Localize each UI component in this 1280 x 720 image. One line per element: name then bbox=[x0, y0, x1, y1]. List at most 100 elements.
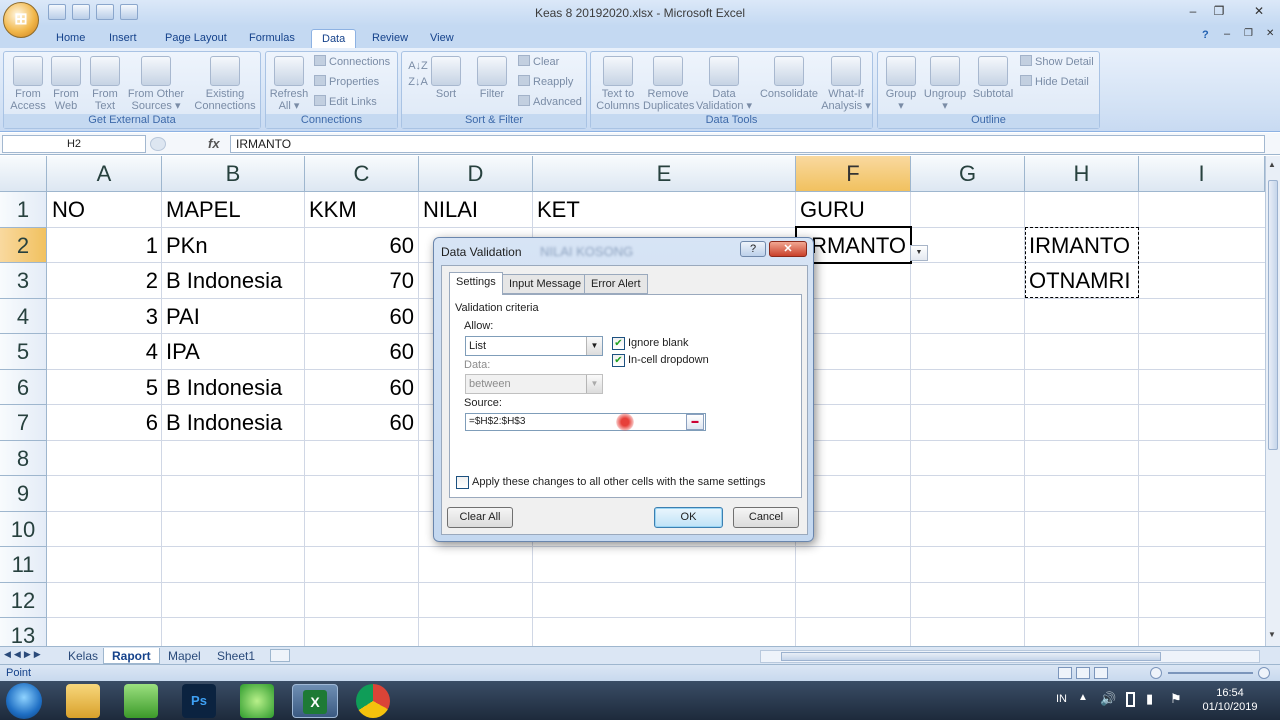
close-button[interactable]: ✕ bbox=[1240, 2, 1278, 20]
formula-input[interactable]: IRMANTO bbox=[230, 135, 1265, 153]
tab-page-layout[interactable]: Page Layout bbox=[155, 29, 237, 48]
cell-a1[interactable]: NO bbox=[52, 192, 157, 227]
ok-button[interactable]: OK bbox=[654, 507, 723, 528]
column-header[interactable]: C bbox=[305, 156, 419, 192]
ignore-blank-checkbox[interactable]: ✔ bbox=[612, 337, 625, 350]
properties-button[interactable]: Properties bbox=[314, 73, 379, 91]
sheet-nav-icon[interactable]: ◀◀▶▶ bbox=[4, 649, 44, 660]
apply-all-checkbox[interactable] bbox=[456, 476, 469, 489]
scroll-thumb[interactable] bbox=[1268, 180, 1278, 450]
column-header[interactable]: I bbox=[1139, 156, 1265, 192]
tab-home[interactable]: Home bbox=[46, 29, 95, 48]
tab-review[interactable]: Review bbox=[362, 29, 418, 48]
cell-a7[interactable]: 6 bbox=[50, 405, 158, 440]
network-icon[interactable]: ▮ bbox=[1146, 691, 1153, 707]
what-if-analysis-button[interactable]: What-If Analysis ▾ bbox=[821, 56, 871, 112]
consolidate-button[interactable]: Consolidate bbox=[757, 56, 821, 100]
redo-icon[interactable] bbox=[96, 4, 114, 20]
explorer-icon[interactable] bbox=[66, 684, 100, 718]
excel-taskbar-icon[interactable]: X bbox=[292, 684, 338, 718]
group-button[interactable]: Group ▾ bbox=[882, 56, 920, 112]
row-header[interactable]: 10 bbox=[0, 512, 47, 547]
flag-icon[interactable]: ⚑ bbox=[1170, 691, 1182, 707]
help-icon[interactable]: ? bbox=[1202, 29, 1209, 41]
insert-sheet-icon[interactable] bbox=[270, 649, 290, 662]
qat-customize-icon[interactable] bbox=[120, 4, 138, 20]
clear-filter-button[interactable]: Clear bbox=[518, 53, 559, 71]
scroll-down-icon[interactable]: ▼ bbox=[1268, 630, 1278, 642]
minimize-button[interactable]: – bbox=[1180, 2, 1206, 20]
show-detail-button[interactable]: Show Detail bbox=[1020, 53, 1094, 71]
select-all-corner[interactable] bbox=[0, 156, 47, 192]
from-text-button[interactable]: From Text bbox=[86, 56, 124, 112]
horizontal-scrollbar[interactable] bbox=[760, 650, 1260, 663]
from-web-button[interactable]: From Web bbox=[46, 56, 86, 112]
advanced-filter-button[interactable]: Advanced bbox=[518, 93, 582, 111]
row-header[interactable]: 8 bbox=[0, 441, 47, 476]
zoom-out-icon[interactable] bbox=[1150, 667, 1162, 679]
column-header[interactable]: A bbox=[47, 156, 162, 192]
ungroup-button[interactable]: Ungroup ▾ bbox=[922, 56, 968, 112]
cell-h2[interactable]: IRMANTO bbox=[1029, 228, 1137, 263]
subtotal-button[interactable]: Subtotal bbox=[970, 56, 1016, 100]
sort-button[interactable]: Sort bbox=[428, 56, 464, 100]
text-to-columns-button[interactable]: Text to Columns bbox=[593, 56, 643, 112]
row-header[interactable]: 1 bbox=[0, 192, 47, 228]
tab-insert[interactable]: Insert bbox=[99, 29, 147, 48]
row-header[interactable]: 11 bbox=[0, 547, 47, 583]
row-header[interactable]: 12 bbox=[0, 583, 47, 618]
ribbon-restore-icon[interactable]: ❐ bbox=[1244, 28, 1253, 39]
row-header[interactable]: 2 bbox=[0, 228, 47, 263]
column-header[interactable]: H bbox=[1025, 156, 1139, 192]
cell-b6[interactable]: B Indonesia bbox=[166, 370, 301, 405]
cell-a3[interactable]: 2 bbox=[50, 263, 158, 298]
cell-b1[interactable]: MAPEL bbox=[166, 192, 301, 227]
cancel-button[interactable]: Cancel bbox=[733, 507, 799, 528]
cell-c4[interactable]: 60 bbox=[305, 299, 414, 334]
column-header[interactable]: B bbox=[162, 156, 305, 192]
cell-b4[interactable]: PAI bbox=[166, 299, 301, 334]
cell-b2[interactable]: PKn bbox=[166, 228, 301, 263]
photoshop-icon[interactable]: Ps bbox=[182, 684, 216, 718]
cell-c7[interactable]: 60 bbox=[305, 405, 414, 440]
dialog-tab-settings[interactable]: Settings bbox=[449, 272, 503, 295]
in-cell-dropdown-checkbox[interactable]: ✔ bbox=[612, 354, 625, 367]
tray-arrow-icon[interactable]: ▲ bbox=[1078, 692, 1088, 703]
fx-icon[interactable]: fx bbox=[208, 136, 220, 151]
connections-button[interactable]: Connections bbox=[314, 53, 390, 71]
name-box[interactable]: H2 bbox=[2, 135, 146, 153]
row-header[interactable]: 4 bbox=[0, 299, 47, 334]
hscroll-thumb[interactable] bbox=[781, 652, 1161, 661]
column-header[interactable]: D bbox=[419, 156, 533, 192]
from-access-button[interactable]: From Access bbox=[7, 56, 49, 112]
zoom-in-icon[interactable] bbox=[1258, 667, 1270, 679]
battery-icon[interactable] bbox=[1126, 692, 1135, 707]
collapse-dialog-icon[interactable]: ▬ bbox=[686, 414, 704, 430]
undo-icon[interactable] bbox=[72, 4, 90, 20]
ribbon-minimize-icon[interactable]: – bbox=[1224, 28, 1230, 40]
normal-view-icon[interactable] bbox=[1058, 667, 1072, 679]
cell-c5[interactable]: 60 bbox=[305, 334, 414, 369]
volume-icon[interactable]: 🔊 bbox=[1100, 691, 1116, 707]
row-header[interactable]: 5 bbox=[0, 334, 47, 370]
source-input[interactable]: =$H$2:$H$3 bbox=[465, 413, 706, 431]
filter-button[interactable]: Filter bbox=[474, 56, 510, 100]
cell-f2[interactable]: RMANTO bbox=[798, 228, 906, 263]
reapply-button[interactable]: Reapply bbox=[518, 73, 573, 91]
cell-c3[interactable]: 70 bbox=[305, 263, 414, 298]
column-header[interactable]: F bbox=[796, 156, 911, 192]
tab-data[interactable]: Data bbox=[311, 29, 357, 48]
column-header[interactable]: E bbox=[533, 156, 796, 192]
start-orb-icon[interactable] bbox=[6, 683, 42, 719]
edit-links-button[interactable]: Edit Links bbox=[314, 93, 377, 111]
cell-d1[interactable]: NILAI bbox=[423, 192, 528, 227]
cell-b7[interactable]: B Indonesia bbox=[166, 405, 301, 440]
remove-duplicates-button[interactable]: Remove Duplicates bbox=[643, 56, 694, 112]
zoom-slider[interactable] bbox=[1168, 672, 1253, 674]
dialog-help-button[interactable]: ? bbox=[740, 241, 766, 257]
page-break-view-icon[interactable] bbox=[1094, 667, 1108, 679]
cell-a2[interactable]: 1 bbox=[50, 228, 158, 263]
save-icon[interactable] bbox=[48, 4, 66, 20]
row-header[interactable]: 13 bbox=[0, 618, 47, 646]
column-header[interactable]: G bbox=[911, 156, 1025, 192]
